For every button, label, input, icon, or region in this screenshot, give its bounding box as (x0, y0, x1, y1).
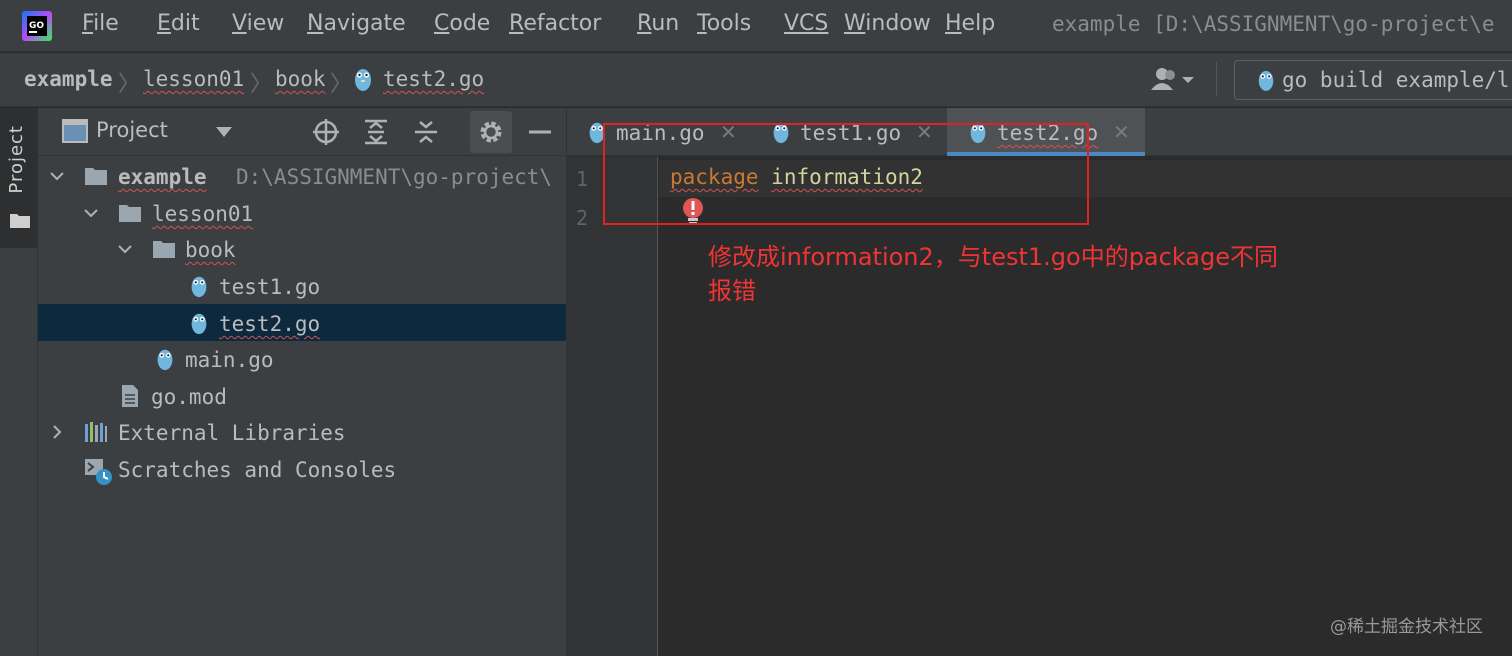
tree-item-label: test2.go (219, 312, 321, 336)
tree-item-label: example (118, 165, 207, 189)
breadcrumb-separator: 〉 (118, 72, 141, 97)
line-number: 2 (576, 206, 589, 230)
user-account-icon[interactable] (1150, 66, 1200, 94)
tree-item-scratches[interactable]: Scratches and Consoles (38, 451, 566, 487)
annotation-note: 修改成information2，与test1.go中的package不同 报错 (708, 240, 1348, 308)
scratches-icon (85, 459, 112, 485)
chevron-down-icon[interactable] (48, 167, 66, 185)
project-window-icon (62, 119, 88, 143)
tree-item-label: book (185, 238, 236, 262)
menu-code[interactable]: Code (434, 11, 490, 36)
hide-panel-icon[interactable] (526, 118, 554, 146)
menu-navigate[interactable]: Navigate (307, 11, 406, 36)
goland-logo-icon: GO (22, 11, 52, 41)
chevron-right-icon[interactable] (48, 423, 66, 441)
watermark: @稀土掘金技术社区 (1330, 617, 1483, 637)
tree-item-test1-go[interactable]: test1.go (38, 268, 566, 304)
tree-item-label: test1.go (219, 275, 321, 299)
breadcrumb-separator: 〉 (250, 72, 273, 97)
folder-icon (153, 241, 175, 258)
tree-item-lesson01[interactable]: lesson01 (38, 195, 566, 231)
folder-icon (119, 205, 141, 222)
tree-item-label: External Libraries (118, 421, 346, 445)
tree-item-label: main.go (185, 348, 274, 372)
chevron-down-icon[interactable] (116, 240, 134, 258)
breadcrumb-separator: 〉 (330, 72, 353, 97)
gear-icon (480, 121, 502, 143)
collapse-all-icon[interactable] (412, 118, 440, 146)
run-configuration-label: go build example/l (1282, 68, 1510, 92)
chevron-down-icon[interactable] (82, 204, 100, 222)
breadcrumb-test2-go[interactable]: test2.go (383, 67, 484, 91)
editor-gutter (566, 157, 658, 656)
annotation-line: 报错 (708, 277, 756, 305)
menu-help[interactable]: Help (945, 11, 995, 36)
expand-all-icon[interactable] (362, 118, 390, 146)
tree-item-external-libraries[interactable]: External Libraries (38, 414, 566, 450)
menu-refactor[interactable]: Refactor (509, 11, 601, 36)
menu-edit[interactable]: Edit (157, 11, 200, 36)
chevron-down-icon[interactable] (216, 127, 232, 137)
menu-window[interactable]: Window (844, 11, 931, 36)
svg-text:GO: GO (29, 21, 44, 31)
menu-vcs[interactable]: VCS (784, 11, 828, 36)
annotation-line: 修改成information2，与test1.go中的package不同 (708, 243, 1279, 271)
tree-item-example[interactable]: example D:\ASSIGNMENT\go-project\ (38, 158, 566, 194)
tree-item-label: lesson01 (152, 202, 254, 226)
tree-item-label: go.mod (151, 385, 227, 409)
breadcrumb-example[interactable]: example (24, 67, 113, 91)
tree-item-book[interactable]: book (38, 231, 566, 267)
project-tool-label: Project (6, 125, 27, 194)
tree-item-go-mod[interactable]: go.mod (38, 378, 566, 414)
locate-file-icon[interactable] (312, 118, 340, 146)
breadcrumb-lesson01[interactable]: lesson01 (143, 67, 244, 91)
menu-view[interactable]: View (232, 11, 284, 36)
tree-item-label: Scratches and Consoles (118, 458, 397, 482)
go-gopher-icon (191, 313, 207, 335)
close-icon[interactable]: ✕ (1113, 120, 1130, 144)
file-icon (122, 385, 138, 407)
line-number: 1 (576, 167, 589, 191)
go-gopher-icon (157, 349, 173, 371)
menu-tools[interactable]: Tools (697, 11, 751, 36)
project-panel-title[interactable]: Project (96, 118, 168, 142)
tree-item-path-hint: D:\ASSIGNMENT\go-project\ (236, 165, 553, 189)
annotation-highlight-box (603, 123, 1089, 225)
toolbar-divider (1216, 62, 1217, 96)
menu-run[interactable]: Run (637, 11, 679, 36)
tree-item-test2-go[interactable]: test2.go (38, 305, 566, 341)
window-title: example [D:\ASSIGNMENT\go-project\e (1052, 12, 1495, 36)
tree-item-main-go[interactable]: main.go (38, 341, 566, 377)
menu-file[interactable]: File (82, 11, 119, 36)
libraries-icon (85, 422, 107, 442)
go-gopher-icon (1258, 70, 1274, 91)
breadcrumb-book[interactable]: book (275, 67, 326, 91)
folder-icon (85, 168, 107, 185)
go-gopher-icon (355, 69, 371, 91)
folder-icon (10, 214, 30, 228)
go-gopher-icon (191, 276, 207, 298)
